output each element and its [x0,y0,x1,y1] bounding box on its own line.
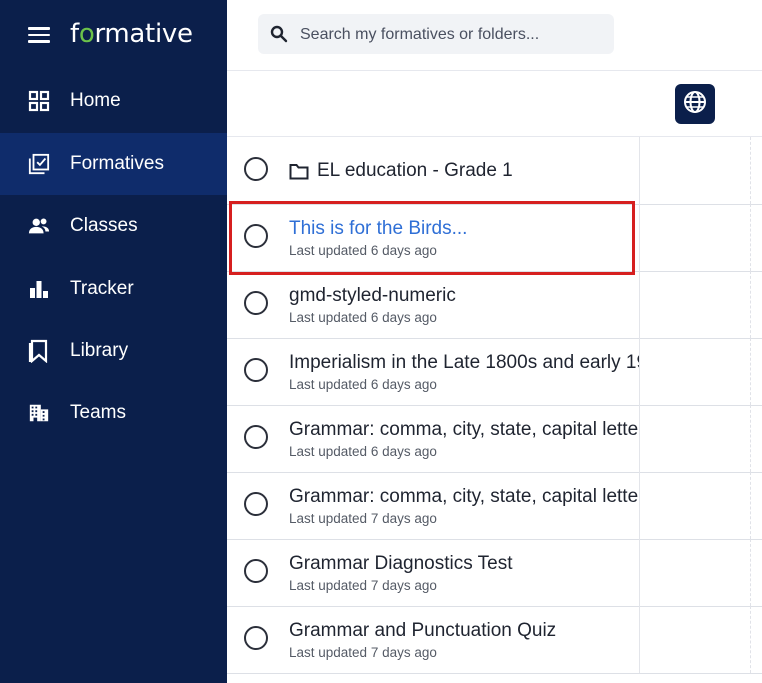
last-updated-text: Last updated 7 days ago [289,645,437,660]
list-cell: Grammar and Punctuation Quiz Last update… [227,606,640,673]
select-radio[interactable] [244,224,268,248]
list-cell: EL education - Grade 1 [227,137,640,204]
list-cell: gmd-styled-numeric Last updated 6 days a… [227,271,640,338]
globe-icon [683,90,707,119]
last-updated-text: Last updated 7 days ago [289,511,437,526]
search-icon [270,25,288,43]
last-updated-text: Last updated 6 days ago [289,444,437,459]
formative-title-link[interactable]: This is for the Birds... [289,218,467,240]
list-cell: Grammar: comma, city, state, capital let… [227,472,640,539]
bar-chart-icon [28,278,50,300]
sidebar: formative Home Formatives Classes Tracke… [0,0,227,683]
app-root: formative Home Formatives Classes Tracke… [0,0,762,683]
list-cell-extra [640,137,751,204]
select-radio[interactable] [244,157,268,181]
search-input[interactable] [298,14,602,56]
search-box[interactable] [258,14,614,56]
list-cell: Grammar Diagnostics Test Last updated 7 … [227,539,640,606]
bookmark-book-icon [28,339,50,363]
select-radio[interactable] [244,358,268,382]
grid-icon [28,90,50,112]
sidebar-item-home[interactable]: Home [0,70,227,132]
list-cell-extra [640,539,751,606]
sidebar-item-label: Library [70,340,129,361]
list-item[interactable]: Grammar: comma, city, state, capital let… [227,405,762,473]
list-cell-extra [640,405,751,472]
list-item[interactable]: This is for the Birds... Last updated 6 … [227,204,762,272]
select-radio[interactable] [244,291,268,315]
select-radio[interactable] [244,626,268,650]
last-updated-text: Last updated 6 days ago [289,243,437,258]
formative-title[interactable]: gmd-styled-numeric [289,285,456,307]
list-item[interactable]: Imperialism in the Late 1800s and early … [227,338,762,406]
list-cell-extra [640,271,751,338]
sidebar-item-tracker[interactable]: Tracker [0,258,227,320]
formative-title[interactable]: Grammar Diagnostics Test [289,553,513,575]
hamburger-menu-icon[interactable] [28,26,50,44]
folder-title[interactable]: EL education - Grade 1 [289,160,513,182]
sidebar-item-label: Formatives [70,153,164,174]
list-item[interactable]: Grammar Diagnostics Test Last updated 7 … [227,539,762,607]
list-cell: Grammar: comma, city, state, capital let… [227,405,640,472]
sidebar-item-formatives[interactable]: Formatives [0,133,227,195]
list-item[interactable]: Grammar: comma, city, state, capital let… [227,472,762,540]
select-radio[interactable] [244,492,268,516]
list-item[interactable]: gmd-styled-numeric Last updated 6 days a… [227,271,762,339]
people-icon [28,215,50,237]
globe-button[interactable] [675,84,715,124]
list-cell: This is for the Birds... Last updated 6 … [227,204,640,271]
last-updated-text: Last updated 6 days ago [289,377,437,392]
list-toolbar [227,71,762,137]
list-cell-extra [640,204,751,271]
last-updated-text: Last updated 6 days ago [289,310,437,325]
list-cell: Imperialism in the Late 1800s and early … [227,338,640,405]
building-icon [28,402,50,424]
list-cell-extra [640,472,751,539]
sidebar-item-label: Home [70,90,121,111]
last-updated-text: Last updated 7 days ago [289,578,437,593]
checklist-icon [28,153,50,175]
sidebar-item-label: Classes [70,215,138,236]
list-item-folder[interactable]: EL education - Grade 1 [227,137,762,205]
list-item[interactable]: Grammar and Punctuation Quiz Last update… [227,606,762,674]
brand-bar: formative [0,0,227,70]
formative-logo[interactable]: formative [70,17,193,51]
list-cell-extra [640,338,751,405]
select-radio[interactable] [244,559,268,583]
sidebar-item-label: Teams [70,402,126,423]
formative-title[interactable]: Grammar and Punctuation Quiz [289,620,556,642]
select-radio[interactable] [244,425,268,449]
sidebar-item-label: Tracker [70,278,134,299]
list-cell-extra [640,606,751,673]
sidebar-item-classes[interactable]: Classes [0,195,227,257]
sidebar-item-teams[interactable]: Teams [0,382,227,444]
folder-icon [289,163,309,179]
formative-title[interactable]: Grammar: comma, city, state, capital let… [289,419,638,441]
formative-title[interactable]: Imperialism in the Late 1800s and early … [289,352,639,374]
sidebar-item-library[interactable]: Library [0,320,227,382]
top-bar [227,0,762,71]
formative-title[interactable]: Grammar: comma, city, state, capital let… [289,486,638,508]
